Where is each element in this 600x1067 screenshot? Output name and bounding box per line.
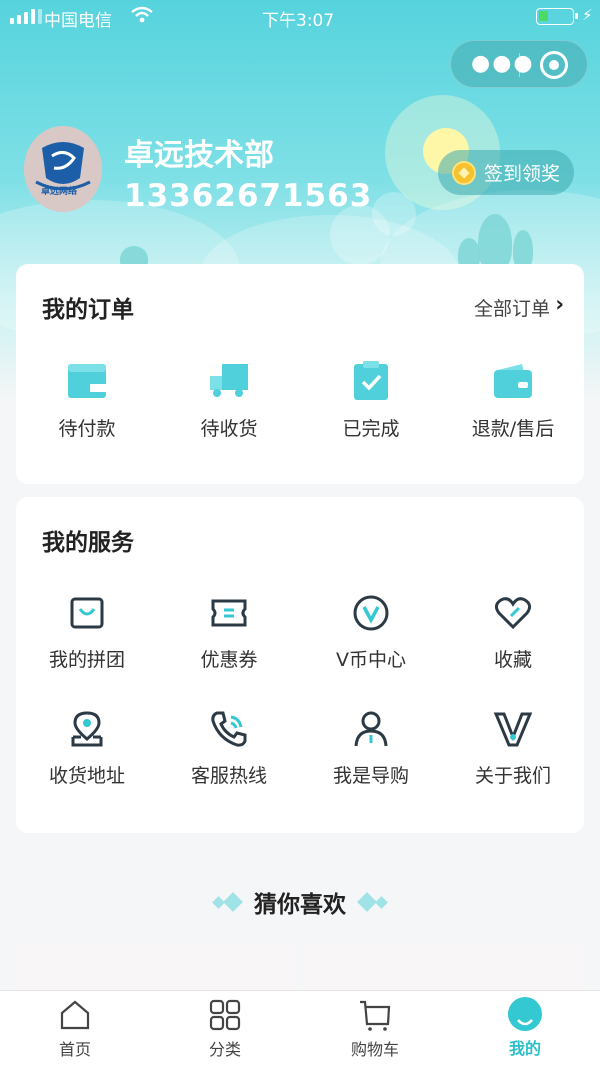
- close-target-icon[interactable]: [540, 51, 568, 79]
- wallet-icon: [68, 364, 106, 398]
- service-shipping-address[interactable]: 收货地址: [16, 709, 158, 788]
- product-card[interactable]: [16, 944, 296, 994]
- tab-home[interactable]: 首页: [0, 991, 150, 1067]
- service-coupons[interactable]: 优惠券: [158, 593, 300, 672]
- cart-icon: [360, 1000, 391, 1031]
- clipboard-check-icon: [354, 361, 388, 400]
- avatar-brand-text: 卓远网络: [41, 187, 78, 197]
- profile-icon: [508, 997, 542, 1031]
- all-orders-link[interactable]: 全部订单: [474, 294, 550, 321]
- avatar[interactable]: 卓远网络: [24, 126, 102, 212]
- diamond-decoration-icon: [357, 892, 388, 912]
- v-coin-icon: [353, 595, 389, 631]
- phone-call-icon: [211, 711, 247, 747]
- service-about-us[interactable]: 关于我们: [442, 709, 584, 788]
- wifi-icon: [131, 6, 153, 29]
- service-customer-hotline[interactable]: 客服热线: [158, 709, 300, 788]
- person-icon: [354, 711, 388, 747]
- service-favorites[interactable]: 收藏: [442, 593, 584, 672]
- tab-category[interactable]: 分类: [150, 991, 300, 1067]
- signal-icon: [10, 9, 42, 24]
- coin-icon: [452, 160, 476, 185]
- home-icon: [60, 1000, 90, 1030]
- location-pin-icon: [71, 711, 103, 747]
- order-refund-aftersale[interactable]: 退款/售后: [442, 360, 584, 441]
- status-bar: 中国电信 下午3:07 ⚡: [0, 0, 600, 34]
- status-time: 下午3:07: [262, 11, 335, 31]
- orders-title: 我的订单: [42, 297, 134, 323]
- charging-icon: ⚡: [582, 6, 593, 24]
- services-card: 我的服务 我的拼团 优惠券 V币中心 收藏 收货地址 客服热线 我是导购 关于我…: [16, 497, 584, 833]
- heart-icon: [494, 597, 532, 630]
- recommend-title: 猜你喜欢: [254, 892, 346, 918]
- checkin-label: 签到领奖: [484, 163, 561, 185]
- service-group-buy[interactable]: 我的拼团: [16, 593, 158, 672]
- truck-icon: [210, 364, 248, 397]
- order-pending-receipt[interactable]: 待收货: [158, 360, 300, 441]
- category-grid-icon: [209, 999, 241, 1031]
- service-shopping-guide[interactable]: 我是导购: [300, 709, 442, 788]
- diamond-decoration-icon: [212, 892, 243, 912]
- user-name: 卓远技术部: [124, 138, 274, 173]
- tab-mine[interactable]: 我的: [450, 991, 600, 1067]
- orders-card: 我的订单 全部订单 › 待付款 待收货 已完成 退款/售后: [16, 264, 584, 484]
- checkin-reward-button[interactable]: 签到领奖: [438, 150, 574, 195]
- battery-icon: [536, 8, 578, 25]
- chevron-right-icon[interactable]: ›: [555, 292, 564, 316]
- v-logo-icon: [493, 712, 533, 747]
- shopping-bag-icon: [70, 597, 104, 629]
- bottom-tab-bar: 首页 分类 购物车 我的: [0, 990, 600, 1067]
- service-vcoin-center[interactable]: V币中心: [300, 593, 442, 672]
- recommend-header: 猜你喜欢: [0, 884, 600, 920]
- user-phone: 13362671563: [124, 178, 373, 214]
- coupon-icon: [211, 599, 247, 627]
- services-title: 我的服务: [42, 530, 134, 556]
- miniprogram-capsule: ●●●: [450, 40, 588, 88]
- order-pending-payment[interactable]: 待付款: [16, 360, 158, 441]
- refund-wallet-icon: [494, 364, 532, 398]
- product-card[interactable]: [304, 944, 584, 994]
- carrier-name: 中国电信: [44, 11, 112, 31]
- more-dots-icon[interactable]: ●●●: [471, 53, 533, 75]
- tab-cart[interactable]: 购物车: [300, 991, 450, 1067]
- order-completed[interactable]: 已完成: [300, 360, 442, 441]
